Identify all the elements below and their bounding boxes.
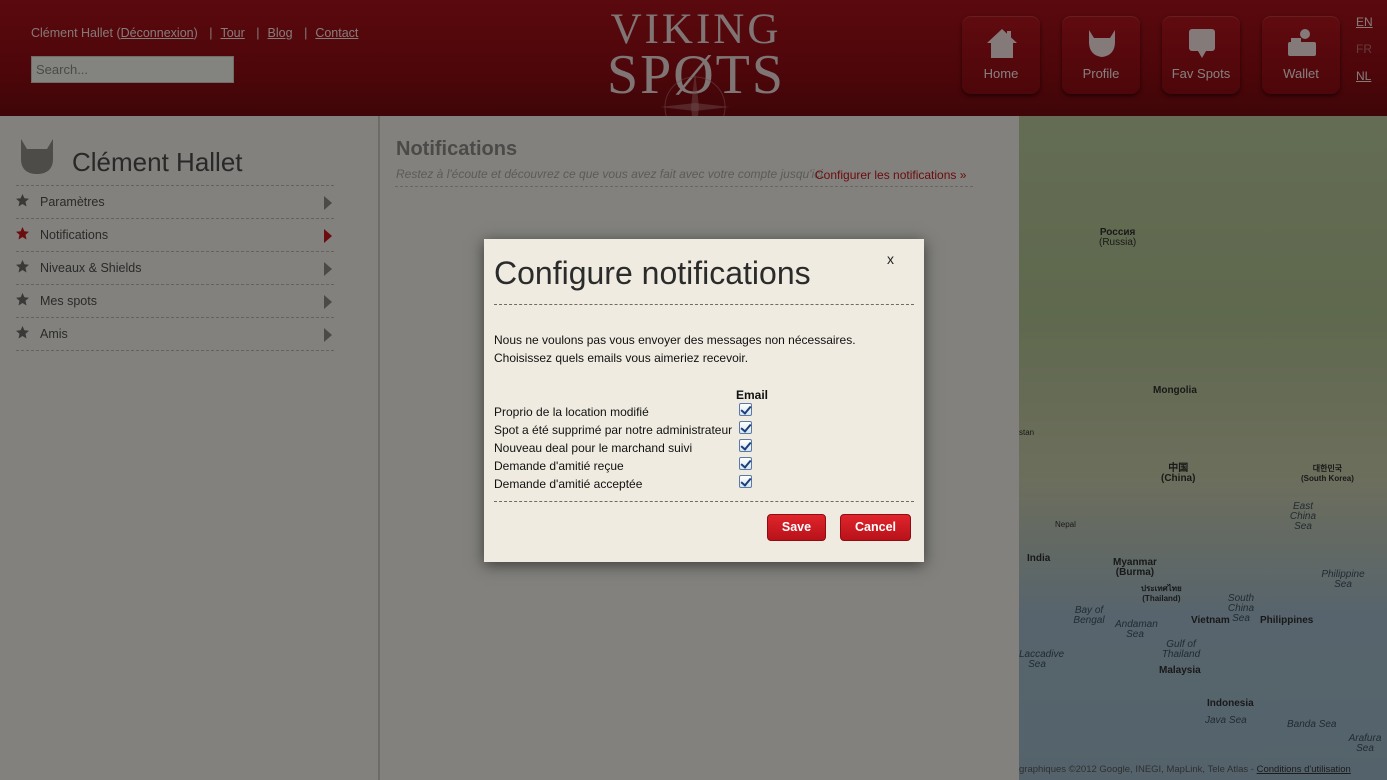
cancel-button[interactable]: Cancel xyxy=(840,514,911,541)
dialog-divider-top xyxy=(494,304,914,305)
save-button[interactable]: Save xyxy=(767,514,826,541)
dialog-divider-bottom xyxy=(494,501,914,502)
email-checkbox[interactable] xyxy=(739,403,752,416)
email-column-header: Email xyxy=(736,388,769,402)
option-row: Demande d'amitié acceptée xyxy=(494,475,774,493)
option-row: Demande d'amitié reçue xyxy=(494,457,774,475)
option-label: Spot a été supprimé par notre administra… xyxy=(494,423,733,437)
option-label: Proprio de la location modifié xyxy=(494,405,649,419)
email-checkbox[interactable] xyxy=(739,421,752,434)
dialog-title: Configure notifications xyxy=(494,255,811,291)
option-label: Demande d'amitié reçue xyxy=(494,459,624,473)
option-row: Nouveau deal pour le marchand suivi xyxy=(494,439,774,457)
option-row: Spot a été supprimé par notre administra… xyxy=(494,421,774,439)
option-label: Demande d'amitié acceptée xyxy=(494,477,643,491)
option-row: Proprio de la location modifié xyxy=(494,403,774,421)
email-checkbox[interactable] xyxy=(739,457,752,470)
intro-line2: Choisissez quels emails vous aimeriez re… xyxy=(494,351,749,365)
option-label: Nouveau deal pour le marchand suivi xyxy=(494,441,693,455)
configure-notifications-dialog: Configure notifications x Nous ne voulon… xyxy=(484,239,924,562)
intro-line1: Nous ne voulons pas vous envoyer des mes… xyxy=(494,333,856,347)
dialog-intro: Nous ne voulons pas vous envoyer des mes… xyxy=(494,331,856,367)
email-checkbox[interactable] xyxy=(739,439,752,452)
email-checkbox[interactable] xyxy=(739,475,752,488)
close-icon[interactable]: x xyxy=(887,251,894,267)
